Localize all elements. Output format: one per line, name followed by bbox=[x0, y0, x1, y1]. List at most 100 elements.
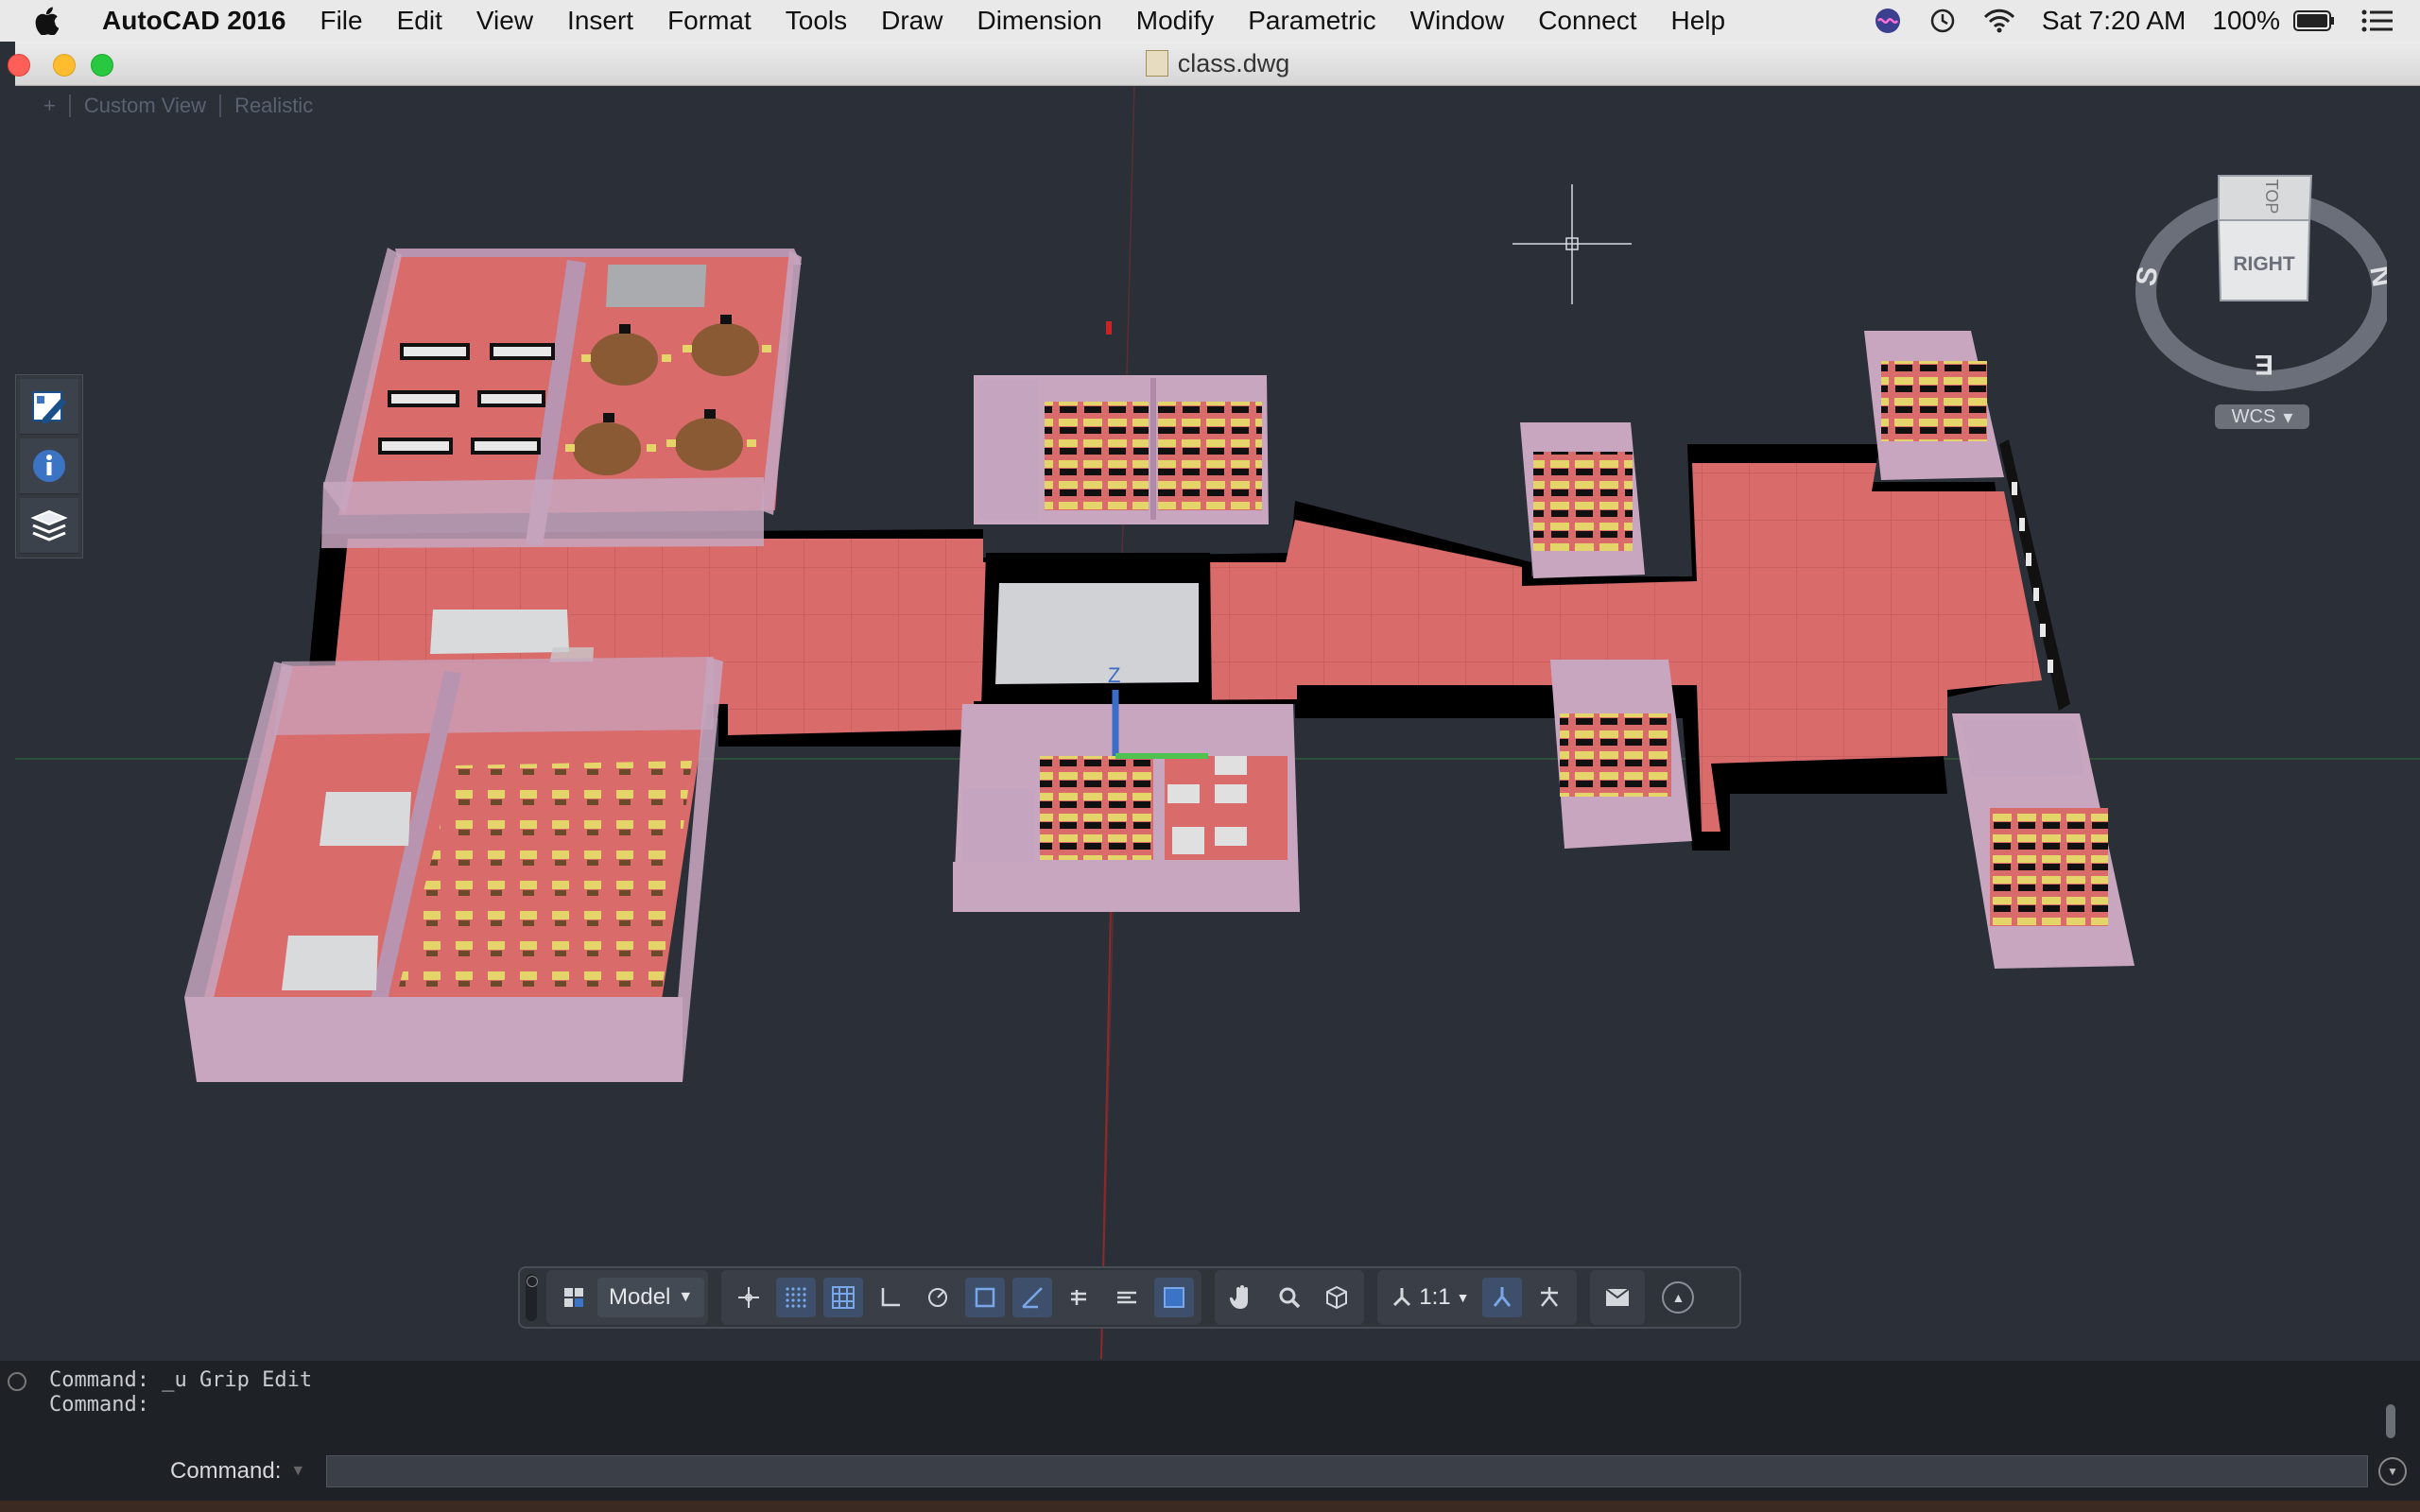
menu-file[interactable]: File bbox=[302, 6, 379, 36]
large-room-front-wall bbox=[184, 997, 683, 1082]
notification-center-icon[interactable] bbox=[2348, 9, 2420, 33]
viewport-controls[interactable]: + Custom View Realistic bbox=[43, 94, 313, 118]
layers-palette-button[interactable] bbox=[20, 498, 78, 554]
command-line-customize-button[interactable]: ▼ bbox=[2378, 1457, 2407, 1486]
menu-tools[interactable]: Tools bbox=[769, 6, 864, 36]
menu-edit[interactable]: Edit bbox=[380, 6, 459, 36]
model-tab-label: Model bbox=[609, 1284, 671, 1310]
menu-insert[interactable]: Insert bbox=[550, 6, 650, 36]
atrium-floor bbox=[995, 583, 1199, 684]
menubar-clock[interactable]: Sat 7:20 AM bbox=[2029, 6, 2200, 36]
grid-display-icon[interactable] bbox=[823, 1278, 864, 1317]
classroom-bc-front-wall bbox=[953, 862, 1300, 912]
viewcube[interactable]: TOP RIGHT S N E bbox=[2132, 159, 2387, 442]
battery-icon[interactable] bbox=[2293, 9, 2348, 32]
wifi-icon[interactable] bbox=[1970, 8, 2029, 34]
classroom-tc-left-small bbox=[978, 380, 1038, 520]
object-snap-tracking-icon[interactable] bbox=[1012, 1278, 1053, 1317]
viewport-separator bbox=[68, 94, 71, 117]
auto-scale-icon[interactable] bbox=[1530, 1278, 1569, 1317]
pan-hand-icon[interactable] bbox=[1222, 1278, 1262, 1317]
annotation-group: 1:1 ▼ bbox=[1377, 1270, 1578, 1325]
cafeteria-front-wall bbox=[321, 477, 764, 548]
visual-style[interactable]: Realistic bbox=[234, 94, 313, 118]
window-title: class.dwg bbox=[15, 42, 2420, 85]
annotation-scale[interactable]: 1:1 ▼ bbox=[1381, 1284, 1478, 1311]
menu-view[interactable]: View bbox=[459, 6, 550, 36]
window-title-bar: class.dwg bbox=[8, 42, 2420, 86]
battery-percent[interactable]: 100% bbox=[2199, 6, 2293, 36]
viewport-menu-plus[interactable]: + bbox=[43, 94, 56, 118]
ucs-menu[interactable]: WCS ▾ bbox=[2215, 404, 2309, 429]
menu-draw[interactable]: Draw bbox=[864, 6, 959, 36]
large-room-back-wall bbox=[274, 657, 714, 735]
3d-model-scene[interactable]: Z bbox=[15, 86, 2420, 1359]
info-icon bbox=[33, 450, 65, 482]
drafting-aids-group bbox=[721, 1270, 1202, 1325]
classroom-rm2-floor bbox=[1560, 713, 1671, 797]
classroom-tr-floor bbox=[1881, 361, 1987, 441]
menu-connect[interactable]: Connect bbox=[1521, 6, 1653, 36]
menu-help[interactable]: Help bbox=[1654, 6, 1743, 36]
isodraft-icon[interactable] bbox=[965, 1278, 1006, 1317]
command-prompt[interactable]: Command: ▼ bbox=[170, 1458, 305, 1485]
command-prompt-label: Command: bbox=[170, 1458, 282, 1484]
polar-tracking-icon[interactable] bbox=[918, 1278, 958, 1317]
model-tab[interactable]: Model ▼ bbox=[597, 1278, 705, 1317]
classroom-bc-left-small bbox=[962, 789, 1035, 862]
view-name[interactable]: Custom View bbox=[84, 94, 206, 118]
classroom-rm1-floor bbox=[1533, 452, 1633, 551]
clean-screen-icon[interactable] bbox=[1598, 1278, 1637, 1317]
drawing-viewport[interactable]: Z + Custom View Realistic bbox=[15, 86, 2420, 1359]
zoom-magnifier-icon[interactable] bbox=[1270, 1278, 1309, 1317]
tool-palette bbox=[15, 374, 83, 558]
chevron-down-icon: ▾ bbox=[2283, 406, 2293, 428]
annotation-visibility-icon[interactable] bbox=[1482, 1278, 1523, 1317]
desktop-strip bbox=[0, 1501, 2420, 1512]
menu-format[interactable]: Format bbox=[650, 6, 769, 36]
cafeteria-counter bbox=[605, 265, 707, 307]
transparency-icon[interactable] bbox=[1107, 1278, 1147, 1317]
status-bar: Model ▼ 1:1 ▼ ▲ bbox=[518, 1266, 1741, 1329]
layout-grid-icon[interactable] bbox=[554, 1278, 594, 1317]
command-history-scrollbar[interactable] bbox=[2386, 1404, 2395, 1438]
app-menu-name[interactable]: AutoCAD 2016 bbox=[102, 6, 285, 36]
menu-window[interactable]: Window bbox=[1393, 6, 1522, 36]
menu-modify[interactable]: Modify bbox=[1119, 6, 1231, 36]
layout-group: Model ▼ bbox=[546, 1270, 709, 1325]
siri-icon[interactable] bbox=[1860, 7, 1915, 35]
snap-cursor-icon[interactable] bbox=[729, 1278, 769, 1317]
status-bar-menu-button[interactable]: ▲ bbox=[1662, 1281, 1695, 1314]
ortho-mode-icon[interactable] bbox=[871, 1278, 910, 1317]
menu-dimension[interactable]: Dimension bbox=[959, 6, 1118, 36]
menu-parametric[interactable]: Parametric bbox=[1231, 6, 1392, 36]
viewcube-top-label: TOP bbox=[2262, 180, 2281, 215]
snap-mode-icon[interactable] bbox=[776, 1278, 817, 1317]
edit-properties-icon bbox=[32, 391, 66, 423]
properties-palette-button[interactable] bbox=[20, 379, 78, 435]
info-palette-button[interactable] bbox=[20, 438, 78, 494]
chevron-down-icon: ▼ bbox=[678, 1289, 694, 1305]
command-input[interactable] bbox=[326, 1455, 2368, 1487]
classroom-tc-floor-1 bbox=[1045, 402, 1149, 510]
navigation-group bbox=[1215, 1270, 1365, 1325]
chevron-up-icon: ▲ bbox=[1671, 1290, 1685, 1305]
large-room-white-box-1 bbox=[320, 792, 411, 846]
chevron-down-icon[interactable]: ▼ bbox=[290, 1463, 305, 1480]
command-line-grip[interactable] bbox=[8, 1372, 26, 1391]
status-bar-grip[interactable] bbox=[526, 1274, 538, 1321]
classroom-br-top-small bbox=[1962, 720, 2084, 777]
time-machine-icon[interactable] bbox=[1915, 7, 1970, 35]
corridor-counter bbox=[430, 610, 569, 654]
ucs-z-label: Z bbox=[1108, 663, 1120, 687]
lineweight-icon[interactable] bbox=[1060, 1278, 1099, 1317]
annotation-scale-value: 1:1 bbox=[1419, 1284, 1451, 1310]
apple-menu-icon[interactable] bbox=[34, 7, 81, 35]
light-marker bbox=[1106, 321, 1112, 335]
selection-cycling-icon[interactable] bbox=[1154, 1278, 1195, 1317]
orbit-cube-icon[interactable] bbox=[1317, 1278, 1357, 1317]
chevron-down-icon: ▼ bbox=[2387, 1465, 2398, 1478]
command-line-window: Command: _u Grip Edit Command: Command: ▼… bbox=[0, 1361, 2420, 1512]
large-room-white-box-2 bbox=[282, 936, 378, 990]
layers-icon bbox=[30, 509, 68, 541]
